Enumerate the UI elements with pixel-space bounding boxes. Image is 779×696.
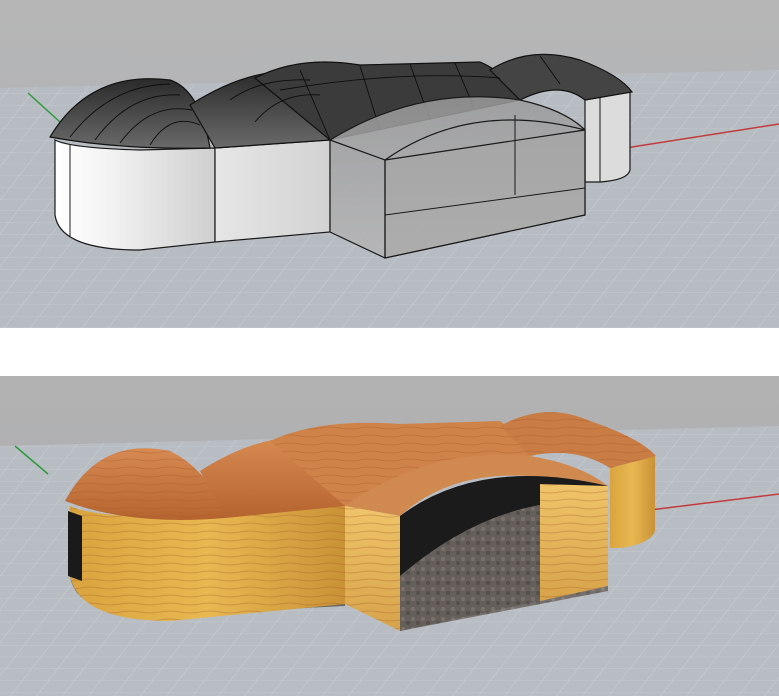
viewport-canvas-rendered[interactable] <box>0 376 779 696</box>
viewport-rendered[interactable] <box>0 376 779 696</box>
viewport-divider <box>0 328 779 376</box>
viewport-canvas-ghosted[interactable] <box>0 0 779 328</box>
viewport-ghosted[interactable] <box>0 0 779 328</box>
